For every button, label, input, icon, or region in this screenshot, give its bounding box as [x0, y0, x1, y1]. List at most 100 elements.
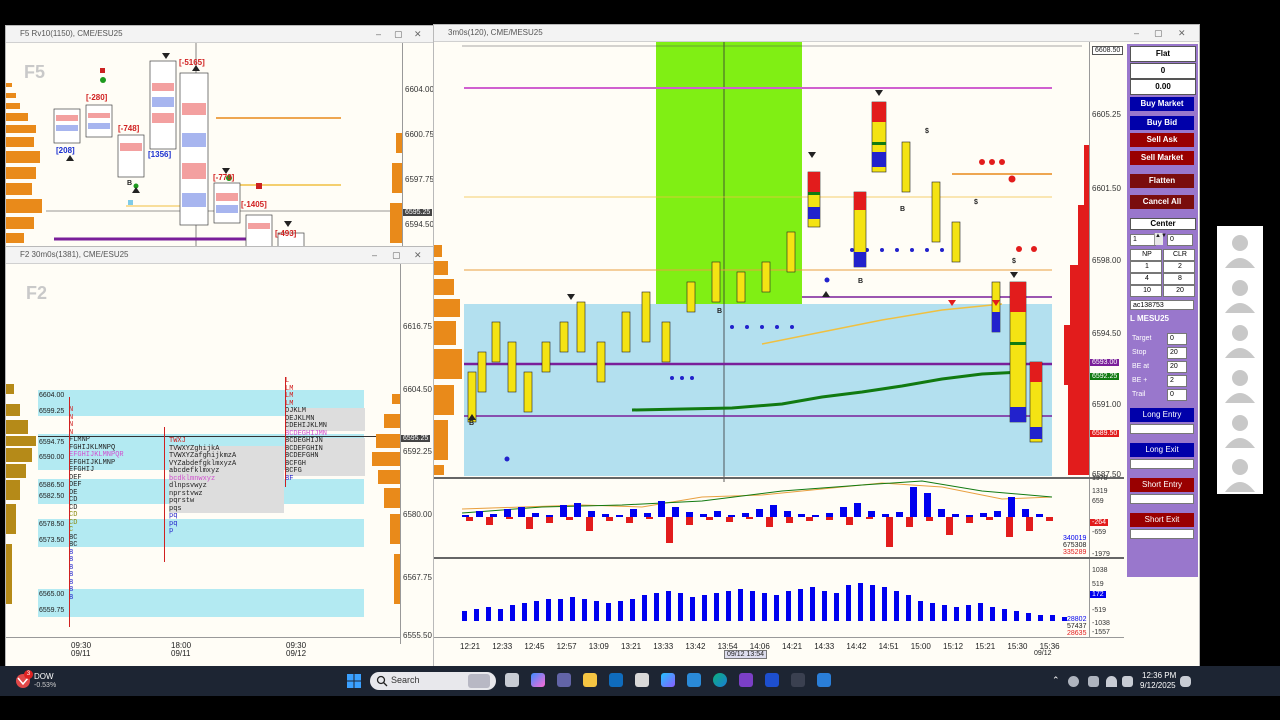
qty-grid-2[interactable]: 2 — [1163, 261, 1195, 273]
remote-desktop-icon[interactable] — [687, 673, 701, 687]
f2-title: F2 30m0s(1381), CME/ESU25 — [20, 250, 129, 259]
center-button[interactable]: Center — [1130, 218, 1196, 230]
flatten-button[interactable]: Flatten — [1130, 174, 1194, 188]
qty-grid-10[interactable]: 10 — [1130, 285, 1162, 297]
be-at-input[interactable]: 20 — [1167, 361, 1187, 373]
main-chart-window[interactable]: 3m0s(120), CME/MESU25 – ▢ ✕ B B B B $ $ … — [433, 24, 1200, 668]
search-highlight-icon — [468, 674, 490, 688]
clock-time[interactable]: 12:36 PM — [1142, 671, 1176, 680]
qty-stepper[interactable]: ▲▼ — [1154, 233, 1167, 245]
osc2-bar — [522, 603, 527, 621]
qty-grid-8[interactable]: 8 — [1163, 273, 1195, 285]
price-level-label: 6599.25 — [39, 408, 65, 415]
qty-grid-4[interactable]: 4 — [1130, 273, 1162, 285]
notification-bell-icon[interactable] — [1180, 676, 1191, 687]
close-icon[interactable]: ✕ — [414, 26, 422, 42]
osc2-bar — [570, 597, 575, 621]
taskbar-search-box[interactable]: Search — [370, 672, 496, 690]
short-exit-button[interactable]: Short Exit — [1130, 513, 1194, 527]
osc1-bar — [924, 493, 931, 517]
long-exit-button[interactable]: Long Exit — [1130, 443, 1194, 457]
f2-chart-window[interactable]: F2 30m0s(1381), CME/ESU25 – ▢ ✕ F2 6604.… — [5, 246, 435, 668]
visual-studio-icon[interactable] — [739, 673, 753, 687]
qty-grid-clr[interactable]: CLR — [1163, 249, 1195, 261]
tray-icon[interactable] — [1088, 676, 1099, 687]
sell-ask-button[interactable]: Sell Ask — [1130, 133, 1194, 147]
main-time-axis[interactable]: 12:21 12:33 12:45 12:57 13:09 13:21 13:33 13:42… — [434, 637, 1124, 667]
qty-grid-1[interactable]: 1 — [1130, 261, 1162, 273]
osc1-bar — [1046, 517, 1053, 521]
chevron-up-icon[interactable]: ⌃ — [1052, 675, 1060, 686]
edge-icon[interactable] — [713, 673, 727, 687]
participant-avatar-icon[interactable] — [1217, 226, 1263, 270]
f2-axis-label: 6616.75 — [403, 322, 432, 331]
participant-avatar-icon[interactable] — [1217, 450, 1263, 494]
close-icon[interactable]: ✕ — [1178, 25, 1186, 41]
time-label: 14:42 — [846, 642, 867, 651]
short-entry-button[interactable]: Short Entry — [1130, 478, 1194, 492]
tray-icon[interactable] — [1068, 676, 1079, 687]
dark-app-icon[interactable] — [791, 673, 805, 687]
tpo-row: CD — [69, 511, 78, 519]
qty-grid-20[interactable]: 20 — [1163, 285, 1195, 297]
short-exit-select[interactable] — [1130, 529, 1194, 539]
copilot-app-icon[interactable] — [661, 673, 675, 687]
maximize-icon[interactable]: ▢ — [1154, 25, 1163, 41]
f2-title-bar[interactable]: F2 30m0s(1381), CME/ESU25 – ▢ ✕ — [6, 247, 434, 264]
bar-marker-s: $ — [925, 128, 929, 135]
target-input[interactable]: 0 — [1167, 333, 1187, 345]
f5-chart-window[interactable]: F5 Rv10(1150), CME/ESU25 – ▢ ✕ F5 [208] … — [5, 25, 435, 249]
long-entry-button[interactable]: Long Entry — [1130, 408, 1194, 422]
task-view-icon[interactable] — [505, 673, 519, 687]
wifi-icon[interactable] — [1106, 676, 1117, 687]
meet-app-icon[interactable] — [765, 673, 779, 687]
qty-input-b[interactable]: 0 — [1167, 234, 1193, 246]
osc1-bar — [686, 517, 693, 525]
account-select[interactable]: ac138753 — [1130, 300, 1194, 310]
windows-start-icon[interactable] — [347, 674, 361, 688]
minimize-icon[interactable]: – — [1134, 25, 1139, 41]
close-icon[interactable]: ✕ — [414, 247, 422, 263]
osc2-bar — [702, 595, 707, 621]
stop-input[interactable]: 20 — [1167, 347, 1187, 359]
clock-date[interactable]: 9/12/2025 — [1140, 681, 1176, 690]
long-entry-select[interactable] — [1130, 424, 1194, 434]
file-explorer-icon[interactable] — [583, 673, 597, 687]
stock-widget[interactable]: 3 DOW -0.53% — [12, 670, 82, 692]
osc1-bar — [786, 517, 793, 523]
qty-grid-np[interactable]: NP — [1130, 249, 1162, 261]
outlook-icon[interactable] — [609, 673, 623, 687]
short-entry-select[interactable] — [1130, 494, 1194, 504]
copilot-icon[interactable] — [531, 673, 545, 687]
tpo-row: CD — [69, 518, 78, 527]
osc2-bar — [822, 591, 827, 621]
participant-avatar-icon[interactable] — [1217, 361, 1263, 405]
buy-bid-button[interactable]: Buy Bid — [1130, 116, 1194, 130]
sell-market-button[interactable]: Sell Market — [1130, 151, 1194, 165]
participant-avatar-icon[interactable] — [1217, 271, 1263, 315]
delta-label-493: [-493] — [275, 229, 297, 238]
participant-video-strip — [1217, 226, 1263, 494]
price-level-label: 6573.50 — [39, 537, 65, 544]
trail-input[interactable]: 0 — [1167, 389, 1187, 401]
openai-icon[interactable] — [635, 673, 649, 687]
be-plus-input[interactable]: 2 — [1167, 375, 1187, 387]
trading-app-icon[interactable] — [817, 673, 831, 687]
volume-icon[interactable] — [1122, 676, 1133, 687]
maximize-icon[interactable]: ▢ — [394, 26, 403, 42]
minimize-icon[interactable]: – — [372, 247, 377, 263]
teams-icon[interactable] — [557, 673, 571, 687]
minimize-icon[interactable]: – — [376, 26, 381, 42]
time-label: 12:57 — [556, 642, 577, 651]
main-title-bar[interactable]: 3m0s(120), CME/MESU25 – ▢ ✕ — [434, 25, 1199, 42]
time-label: 15:00 — [910, 642, 931, 651]
buy-market-button[interactable]: Buy Market — [1130, 97, 1194, 111]
maximize-icon[interactable]: ▢ — [392, 247, 401, 263]
qty-input-a[interactable]: 1 — [1130, 234, 1156, 246]
osc2-bar — [1050, 615, 1055, 621]
f5-title-bar[interactable]: F5 Rv10(1150), CME/ESU25 – ▢ ✕ — [6, 26, 434, 43]
cancel-all-button[interactable]: Cancel All — [1130, 195, 1194, 209]
participant-avatar-icon[interactable] — [1217, 316, 1263, 360]
participant-avatar-icon[interactable] — [1217, 406, 1263, 450]
long-exit-select[interactable] — [1130, 459, 1194, 469]
